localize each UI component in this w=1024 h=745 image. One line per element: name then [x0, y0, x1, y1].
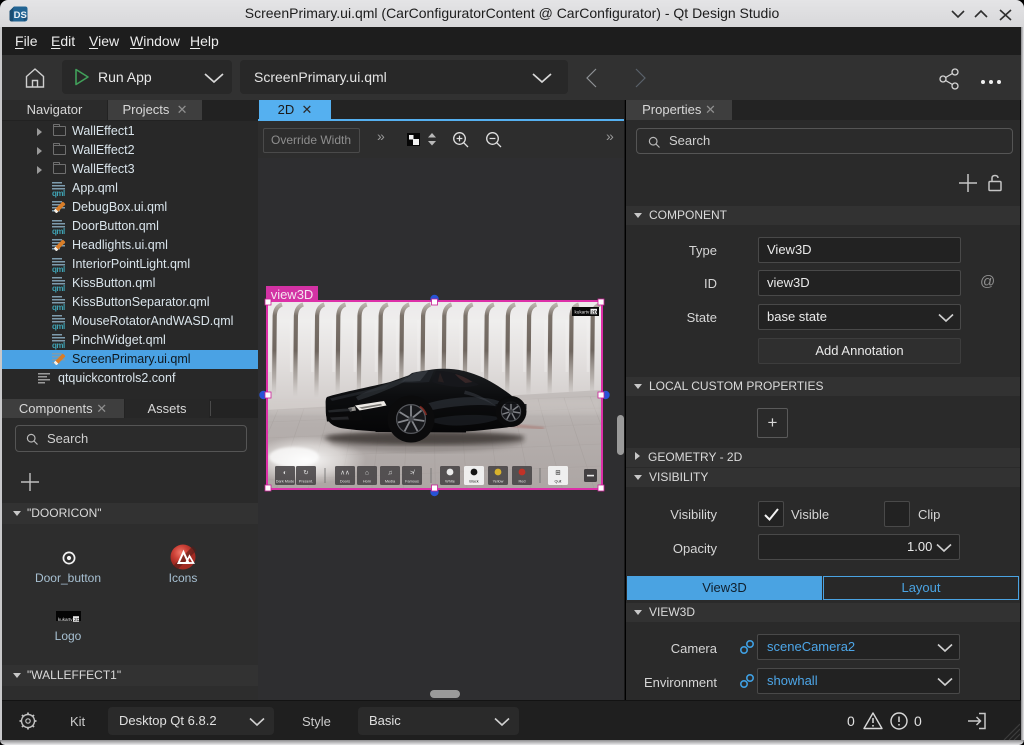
svg-text:kukartv: kukartv [58, 617, 73, 622]
svg-text:2D: 2D [74, 617, 81, 622]
